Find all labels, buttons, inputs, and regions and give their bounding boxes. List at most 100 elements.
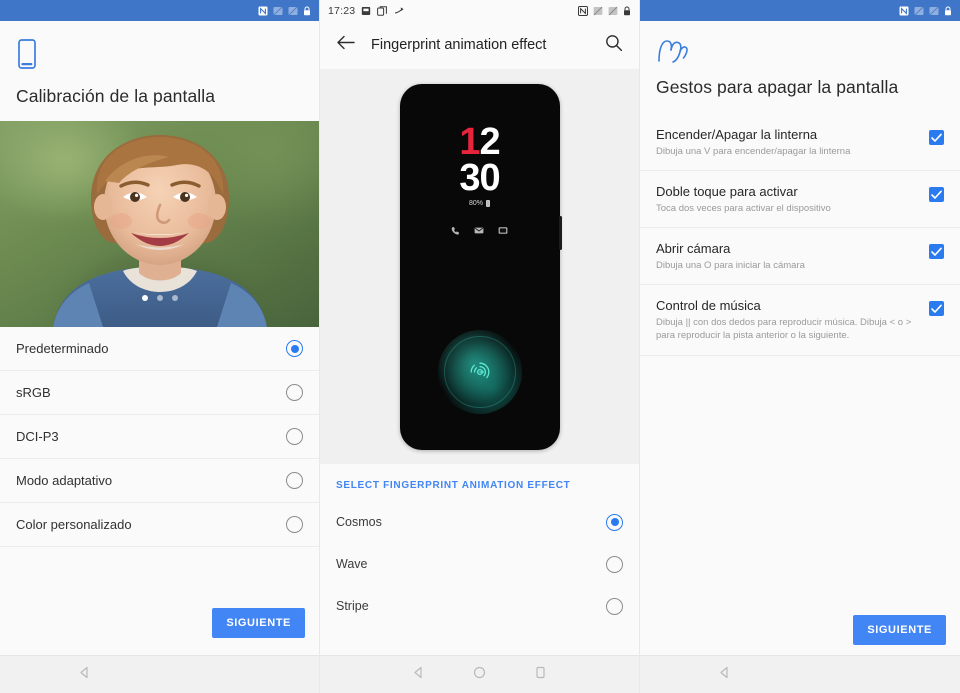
page-dot-2[interactable] [157,295,163,301]
navigation-bar-panel3 [640,655,960,693]
radio-button[interactable] [606,513,623,531]
gesture-subtitle: Dibuja || con dos dedos para reproducir … [656,317,912,342]
gesture-list: Encender/Apagar la linterna Dibuja una V… [640,114,960,356]
gesture-subtitle: Dibuja una O para iniciar la cámara [656,260,805,272]
gesture-checkbox[interactable] [929,187,944,203]
calibration-preview-photo [0,121,319,327]
radio-button[interactable] [606,555,623,573]
section-header: SELECT FINGERPRINT ANIMATION EFFECT [320,464,639,501]
panel3-header: Gestos para apagar la pantalla [640,21,960,114]
signal-muted-icon-2 [288,6,298,16]
panel-display-calibration: Calibración de la pantalla Predeterminad… [0,0,320,693]
home-circle-icon[interactable] [473,666,486,684]
ambient-notification-icons [400,222,560,240]
page-dot-1[interactable] [142,295,148,301]
sd-card-icon [361,6,371,16]
gesture-text: Encender/Apagar la linterna Dibuja una V… [656,127,929,158]
gesture-title: Encender/Apagar la linterna [656,127,818,142]
back-triangle-icon[interactable] [718,666,731,684]
app-bar: Fingerprint animation effect [320,21,639,69]
gesture-text: Abrir cámara Dibuja una O para iniciar l… [656,241,929,272]
signal-muted-icon [273,6,283,16]
radio-button[interactable] [606,597,623,615]
radio-button[interactable] [286,340,303,357]
radio-button[interactable] [286,428,303,445]
lock-icon [944,6,952,16]
gesture-checkbox[interactable] [929,301,944,317]
color-mode-option[interactable]: Predeterminado [0,327,319,371]
animation-effect-option[interactable]: Cosmos [320,501,639,543]
signal-muted-icon-2 [608,6,618,16]
gesture-checkbox[interactable] [929,130,944,145]
page-title: Calibración de la pantalla [16,86,216,106]
message-icon [474,222,484,240]
radio-button[interactable] [286,384,303,401]
panel-screen-off-gestures: Gestos para apagar la pantalla Encender/… [640,0,960,693]
color-mode-option[interactable]: Color personalizado [0,503,319,547]
ambient-battery: 80% [400,199,560,207]
back-triangle-icon[interactable] [412,666,425,684]
nfc-icon [899,6,909,16]
status-bar-right-panel1 [258,6,311,16]
cosmos-ring [443,335,516,408]
signal-muted-icon [593,6,603,16]
gesture-row[interactable]: Control de música Dibuja || con dos dedo… [640,285,960,356]
phone-mockup: 12 30 80% [399,83,562,450]
panel1-header: Calibración de la pantalla [0,21,319,121]
signal-muted-icon-2 [929,6,939,16]
option-label: Predeterminado [16,341,109,356]
page-dot-3[interactable] [172,295,178,301]
gesture-subtitle: Toca dos veces para activar el dispositi… [656,203,831,215]
color-mode-option[interactable]: DCI-P3 [0,415,319,459]
mail-icon [498,222,508,240]
option-label: Wave [336,557,368,571]
gesture-row[interactable]: Encender/Apagar la linterna Dibuja una V… [640,114,960,172]
next-button[interactable]: SIGUIENTE [212,608,305,638]
fingerprint-preview-area: 12 30 80% [320,69,639,464]
option-label: Cosmos [336,515,382,529]
clock-minute: 30 [459,156,500,199]
nfc-icon [578,5,588,16]
lock-icon [623,6,631,16]
color-mode-option[interactable]: Modo adaptativo [0,459,319,503]
gesture-subtitle: Dibuja una V para encender/apagar la lin… [656,146,851,157]
arrow-back-icon[interactable] [336,35,355,55]
battery-percent-label: 80% [468,199,483,207]
search-icon[interactable] [605,34,623,57]
option-label: DCI-P3 [16,429,59,444]
gesture-hand-icon [656,37,944,67]
back-triangle-icon[interactable] [78,666,91,684]
nfc-icon [258,6,268,16]
share-icon [394,6,405,16]
option-label: Color personalizado [16,517,132,532]
photo-page-dots[interactable] [142,295,178,301]
phone-screen-icon [16,39,303,74]
status-bar-panel1 [0,0,319,21]
clock-hour: 12 [400,123,560,161]
status-bar-clock: 17:23 [328,4,356,17]
animation-effect-option[interactable]: Stripe [320,585,639,627]
battery-icon [486,199,490,207]
app-bar-title: Fingerprint animation effect [371,37,547,53]
status-bar-left-panel2: 17:23 [328,5,578,17]
radio-button[interactable] [286,516,303,533]
recents-square-icon[interactable] [534,666,547,684]
option-label: Modo adaptativo [16,473,113,488]
navigation-bar-panel2 [320,655,639,693]
option-label: Stripe [336,599,369,613]
gesture-text: Control de música Dibuja || con dos dedo… [656,298,929,342]
gesture-row[interactable]: Abrir cámara Dibuja una O para iniciar l… [640,228,960,286]
color-mode-option[interactable]: sRGB [0,371,319,415]
lock-icon [303,6,311,16]
animation-effect-list: Cosmos Wave Stripe [320,501,639,627]
animation-effect-option[interactable]: Wave [320,543,639,585]
status-bar-right-panel3 [899,6,952,16]
status-bar-panel2: 17:23 [320,0,639,21]
radio-button[interactable] [286,472,303,489]
panel-fingerprint-animation: 17:23 Fingerprint animation effect 12 30… [320,0,640,693]
next-button[interactable]: SIGUIENTE [853,615,946,645]
gesture-checkbox[interactable] [929,244,944,260]
gesture-text: Doble toque para activar Toca dos veces … [656,184,929,215]
fingerprint-animation-cosmos [437,329,522,414]
gesture-row[interactable]: Doble toque para activar Toca dos veces … [640,171,960,229]
